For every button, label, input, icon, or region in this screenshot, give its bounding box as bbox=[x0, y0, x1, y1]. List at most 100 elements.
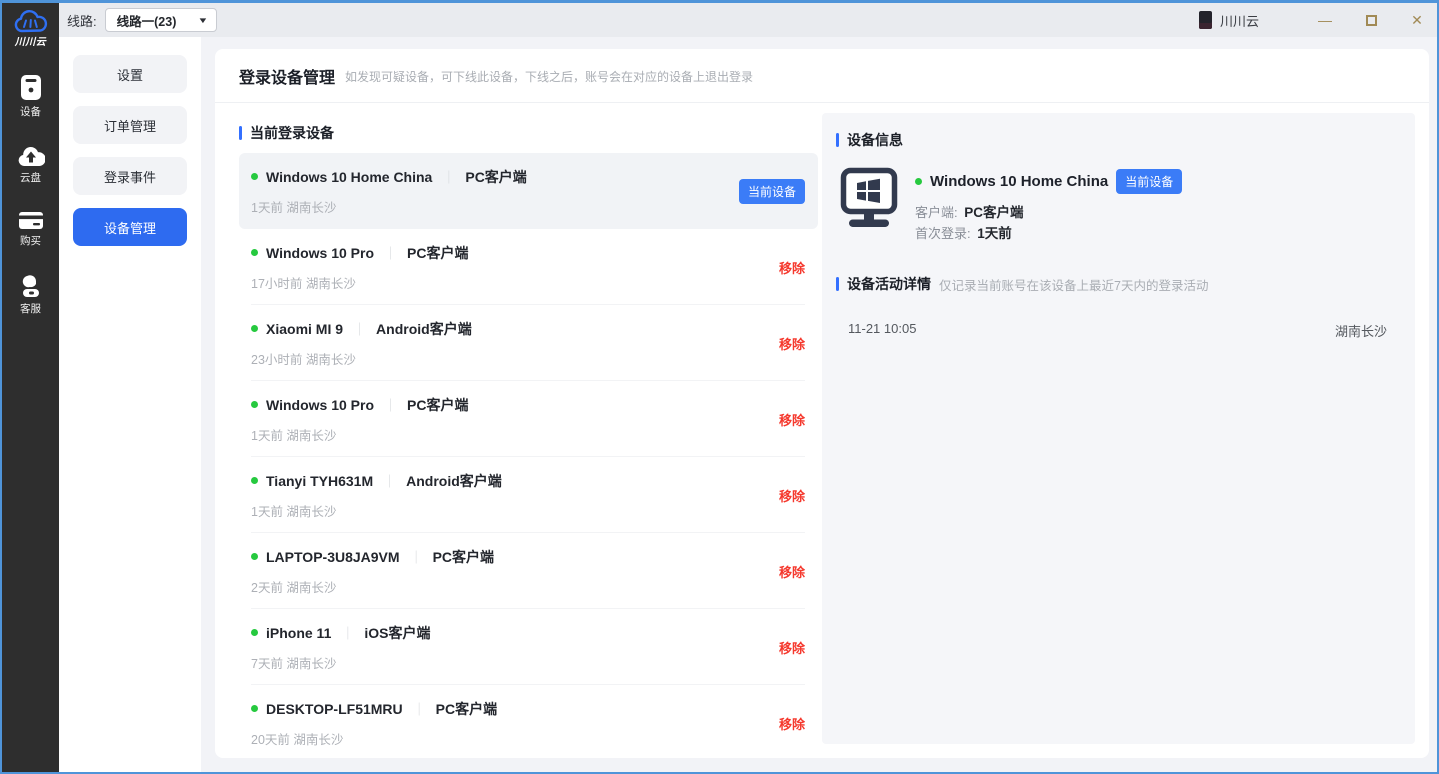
online-status-dot bbox=[251, 629, 258, 636]
separator: ｜ bbox=[339, 623, 356, 642]
device-client-type: PC客户端 bbox=[407, 395, 468, 415]
online-status-dot bbox=[251, 553, 258, 560]
device-list-item[interactable]: Windows 10 Home China ｜ PC客户端 1天前 湖南长沙 当… bbox=[239, 153, 818, 229]
remove-device-link[interactable]: 移除 bbox=[779, 562, 805, 581]
first-login-value: 1天前 bbox=[977, 226, 1012, 241]
device-main: Xiaomi MI 9 ｜ Android客户端 23小时前 湖南长沙 bbox=[251, 319, 779, 368]
page-title: 登录设备管理 bbox=[239, 64, 335, 88]
device-main: Tianyi TYH631M ｜ Android客户端 1天前 湖南长沙 bbox=[251, 471, 779, 520]
menu-item-device-management[interactable]: 设备管理 bbox=[73, 208, 187, 246]
section-accent-bar bbox=[239, 126, 242, 140]
section-accent-bar bbox=[836, 133, 839, 147]
device-client-type: PC客户端 bbox=[433, 547, 494, 567]
activity-time: 11-21 10:05 bbox=[848, 321, 916, 340]
device-last-seen: 23小时前 湖南长沙 bbox=[251, 349, 779, 368]
separator: ｜ bbox=[411, 699, 428, 718]
chevron-down-icon: ▼ bbox=[197, 16, 208, 25]
device-main: LAPTOP-3U8JA9VM ｜ PC客户端 2天前 湖南长沙 bbox=[251, 547, 779, 596]
current-device-badge: 当前设备 bbox=[739, 179, 805, 204]
primary-sidebar: 川川云 设备 云盘 购买 bbox=[2, 3, 59, 772]
line-label: 线路: bbox=[67, 11, 97, 30]
device-name: DESKTOP-LF51MRU bbox=[266, 701, 403, 717]
separator: ｜ bbox=[382, 243, 399, 262]
online-status-dot bbox=[251, 705, 258, 712]
logo-text: 川川云 bbox=[12, 33, 50, 48]
online-status-dot bbox=[251, 325, 258, 332]
section-accent-bar bbox=[836, 277, 839, 291]
remove-device-link[interactable]: 移除 bbox=[779, 714, 805, 733]
device-last-seen: 7天前 湖南长沙 bbox=[251, 653, 779, 672]
menu-item-orders[interactable]: 订单管理 bbox=[73, 106, 187, 144]
cloud-disk-icon bbox=[17, 145, 45, 167]
device-last-seen: 1天前 湖南长沙 bbox=[251, 197, 739, 216]
device-list-item[interactable]: Windows 10 Pro ｜ PC客户端 1天前 湖南长沙 移除 bbox=[239, 381, 818, 457]
device-icon bbox=[19, 74, 43, 101]
menu-item-login-events[interactable]: 登录事件 bbox=[73, 157, 187, 195]
device-list-item[interactable]: DESKTOP-LF51MRU ｜ PC客户端 20天前 湖南长沙 移除 bbox=[239, 685, 818, 761]
app-window: 线路: 线路一(23) ▼ 川川云 — ✕ 川川云 bbox=[0, 0, 1439, 774]
device-last-seen: 1天前 湖南长沙 bbox=[251, 501, 779, 520]
current-devices-pane: 当前登录设备 Windows 10 Home China ｜ PC客户端 1天前… bbox=[227, 103, 818, 758]
remove-device-link[interactable]: 移除 bbox=[779, 638, 805, 657]
menu-item-settings[interactable]: 设置 bbox=[73, 55, 187, 93]
device-client-type: iOS客户端 bbox=[364, 623, 430, 643]
device-main: DESKTOP-LF51MRU ｜ PC客户端 20天前 湖南长沙 bbox=[251, 699, 779, 748]
online-status-dot bbox=[251, 401, 258, 408]
monitor-windows-icon bbox=[840, 167, 898, 229]
device-list-item[interactable]: LAPTOP-3U8JA9VM ｜ PC客户端 2天前 湖南长沙 移除 bbox=[239, 533, 818, 609]
app-logo: 川川云 bbox=[12, 9, 50, 48]
window-controls: — ✕ bbox=[1317, 12, 1425, 28]
sidebar-item-label: 购买 bbox=[20, 233, 41, 248]
online-status-dot bbox=[915, 178, 922, 185]
remove-device-link[interactable]: 移除 bbox=[779, 410, 805, 429]
device-list-item[interactable]: Windows 10 Pro ｜ PC客户端 17小时前 湖南长沙 移除 bbox=[239, 229, 818, 305]
device-name: iPhone 11 bbox=[266, 625, 331, 641]
sidebar-item-label: 云盘 bbox=[20, 170, 41, 185]
separator: ｜ bbox=[440, 167, 457, 186]
device-list-item[interactable]: Tianyi TYH631M ｜ Android客户端 1天前 湖南长沙 移除 bbox=[239, 457, 818, 533]
page-header: 登录设备管理 如发现可疑设备，可下线此设备，下线之后，账号会在对应的设备上退出登… bbox=[215, 49, 1429, 103]
current-devices-section-head: 当前登录设备 bbox=[239, 123, 818, 143]
device-client-type: Android客户端 bbox=[376, 319, 472, 339]
device-last-seen: 20天前 湖南长沙 bbox=[251, 729, 779, 748]
device-list-item[interactable]: iPhone 11 ｜ iOS客户端 7天前 湖南长沙 移除 bbox=[239, 609, 818, 685]
remove-device-link[interactable]: 移除 bbox=[779, 486, 805, 505]
cloud-logo-icon bbox=[12, 9, 50, 35]
separator: ｜ bbox=[382, 395, 399, 414]
device-client-type: Android客户端 bbox=[406, 471, 502, 491]
remove-device-link[interactable]: 移除 bbox=[779, 258, 805, 277]
activity-section-head: 设备活动详情 仅记录当前账号在该设备上最近7天内的登录活动 bbox=[836, 274, 1395, 294]
device-info-texts: Windows 10 Home China 当前设备 客户端: PC客户端 首次… bbox=[915, 167, 1182, 244]
device-last-seen: 2天前 湖南长沙 bbox=[251, 577, 779, 596]
device-info-section-head: 设备信息 bbox=[836, 130, 1395, 150]
close-button[interactable]: ✕ bbox=[1409, 12, 1425, 28]
sidebar-item-devices[interactable]: 设备 bbox=[19, 74, 43, 119]
device-info-title: 设备信息 bbox=[847, 130, 903, 150]
device-list: Windows 10 Home China ｜ PC客户端 1天前 湖南长沙 当… bbox=[239, 153, 818, 761]
device-name: LAPTOP-3U8JA9VM bbox=[266, 549, 400, 565]
sidebar-item-purchase[interactable]: 购买 bbox=[18, 211, 44, 248]
remove-device-link[interactable]: 移除 bbox=[779, 334, 805, 353]
sidebar-item-support[interactable]: 客服 bbox=[19, 274, 43, 316]
separator: ｜ bbox=[381, 471, 398, 490]
device-list-item[interactable]: Xiaomi MI 9 ｜ Android客户端 23小时前 湖南长沙 移除 bbox=[239, 305, 818, 381]
separator: ｜ bbox=[351, 319, 368, 338]
device-client-type: PC客户端 bbox=[407, 243, 468, 263]
content-card: 登录设备管理 如发现可疑设备，可下线此设备，下线之后，账号会在对应的设备上退出登… bbox=[215, 49, 1429, 758]
device-main: iPhone 11 ｜ iOS客户端 7天前 湖南长沙 bbox=[251, 623, 779, 672]
sidebar-item-label: 客服 bbox=[20, 301, 41, 316]
line-select-value: 线路一(23) bbox=[117, 11, 177, 30]
purchase-card-icon bbox=[18, 211, 44, 230]
minimize-button[interactable]: — bbox=[1317, 12, 1333, 28]
maximize-button[interactable] bbox=[1363, 12, 1379, 28]
current-devices-title: 当前登录设备 bbox=[250, 123, 334, 143]
titlebar: 线路: 线路一(23) ▼ 川川云 — ✕ bbox=[59, 3, 1437, 37]
device-last-seen: 1天前 湖南长沙 bbox=[251, 425, 779, 444]
device-main: Windows 10 Pro ｜ PC客户端 1天前 湖南长沙 bbox=[251, 395, 779, 444]
device-client-type: PC客户端 bbox=[436, 699, 497, 719]
separator: ｜ bbox=[408, 547, 425, 566]
line-select-dropdown[interactable]: 线路一(23) ▼ bbox=[105, 8, 217, 32]
info-first-login-row: 首次登录: 1天前 bbox=[915, 223, 1182, 244]
sidebar-item-cloud-disk[interactable]: 云盘 bbox=[17, 145, 45, 185]
device-name: Windows 10 Pro bbox=[266, 397, 374, 413]
